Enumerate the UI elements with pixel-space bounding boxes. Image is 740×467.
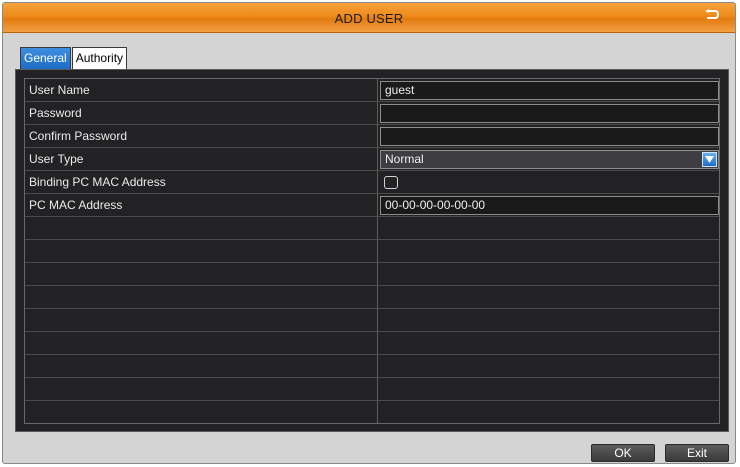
tab-general[interactable]: General bbox=[20, 47, 71, 69]
row-password: Password bbox=[25, 102, 719, 125]
binding-mac-label: Binding PC MAC Address bbox=[29, 175, 166, 189]
add-user-dialog: ADD USER General Authority User Name gue… bbox=[2, 2, 736, 464]
password-input[interactable] bbox=[380, 104, 719, 123]
empty-row bbox=[25, 332, 719, 355]
tab-authority[interactable]: Authority bbox=[71, 47, 128, 69]
exit-button[interactable]: Exit bbox=[665, 444, 729, 462]
empty-row bbox=[25, 263, 719, 286]
return-arrow-icon[interactable] bbox=[701, 6, 723, 24]
pc-mac-label: PC MAC Address bbox=[29, 198, 123, 212]
settings-grid: User Name guest Password Confirm Passwor… bbox=[24, 78, 720, 424]
row-binding-mac: Binding PC MAC Address bbox=[25, 171, 719, 194]
user-type-value: Normal bbox=[385, 152, 424, 166]
empty-row bbox=[25, 286, 719, 309]
empty-row bbox=[25, 240, 719, 263]
confirm-password-input[interactable] bbox=[380, 127, 719, 146]
empty-row bbox=[25, 378, 719, 401]
dropdown-arrow-icon[interactable] bbox=[702, 152, 717, 167]
user-name-input[interactable]: guest bbox=[380, 81, 719, 100]
empty-row bbox=[25, 309, 719, 332]
user-name-label: User Name bbox=[29, 83, 90, 97]
binding-mac-checkbox[interactable] bbox=[384, 176, 398, 189]
row-confirm-password: Confirm Password bbox=[25, 125, 719, 148]
row-pc-mac: PC MAC Address 00-00-00-00-00-00 bbox=[25, 194, 719, 217]
tab-bar: General Authority bbox=[20, 47, 128, 69]
empty-row bbox=[25, 355, 719, 378]
title-bar: ADD USER bbox=[3, 3, 735, 33]
empty-row bbox=[25, 217, 719, 240]
confirm-password-label: Confirm Password bbox=[29, 129, 128, 143]
row-user-name: User Name guest bbox=[25, 79, 719, 102]
general-panel: User Name guest Password Confirm Passwor… bbox=[15, 69, 729, 432]
user-type-select[interactable]: Normal bbox=[380, 150, 719, 169]
empty-row bbox=[25, 401, 719, 424]
user-type-label: User Type bbox=[29, 152, 84, 166]
dialog-title: ADD USER bbox=[334, 11, 404, 26]
password-label: Password bbox=[29, 106, 82, 120]
row-user-type: User Type Normal bbox=[25, 148, 719, 171]
pc-mac-input[interactable]: 00-00-00-00-00-00 bbox=[380, 196, 719, 215]
ok-button[interactable]: OK bbox=[591, 444, 655, 462]
